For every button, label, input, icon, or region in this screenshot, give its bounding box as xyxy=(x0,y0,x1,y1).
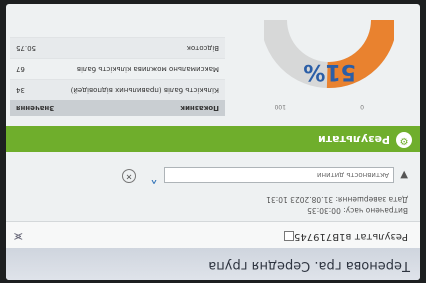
meta-block: Витрачено часу: 00:30:35 Дата завершення… xyxy=(266,194,408,216)
result-row[interactable]: Результат в1В719745 ⪤ xyxy=(6,221,420,248)
gauge-max-label: 100 xyxy=(274,103,286,110)
table-cell: 67 xyxy=(16,65,25,73)
filter-input[interactable]: Активность дитини xyxy=(164,167,394,183)
table-cell: 50.75 xyxy=(16,44,37,52)
results-table: Показник Значення Кількість балів (прави… xyxy=(10,37,225,116)
close-icon[interactable]: ✕ xyxy=(122,169,136,183)
table-row: Кількість балів (правильних відповідей) 3… xyxy=(10,79,225,100)
results-icon: ⚙ xyxy=(396,132,412,148)
table-cell: Кількість балів (правильних відповідей) xyxy=(70,86,219,94)
table-cell: 34 xyxy=(16,86,25,94)
date-label: Дата завершення: xyxy=(335,195,408,204)
table-cell: Відсоток xyxy=(186,44,219,52)
page-title: Теренова гра. Середня група xyxy=(208,258,410,273)
result-label: Результат в1В719745 xyxy=(294,231,408,242)
share-icon[interactable]: ⪤ xyxy=(14,229,22,244)
table-row: Максимально можлива кількість балів 67 xyxy=(10,58,225,79)
date-row: Дата завершення: 31.08.2023 10:31 xyxy=(266,194,408,205)
filter-icon: ▼ xyxy=(400,169,408,180)
table-row: Відсоток 50.75 xyxy=(10,37,225,58)
date-value: 31.08.2023 10:31 xyxy=(266,195,334,204)
gauge-min-label: 0 xyxy=(360,103,364,110)
column-header: Показник xyxy=(180,104,219,112)
screen: Теренова гра. Середня група Результат в1… xyxy=(6,4,420,280)
gauge-percent: 51% xyxy=(303,59,356,84)
app-header: Теренова гра. Середня група xyxy=(6,247,420,280)
table-header: Показник Значення xyxy=(10,100,225,116)
results-bar[interactable]: ⚙ Результати xyxy=(6,126,420,152)
time-value: 00:30:35 xyxy=(307,206,341,215)
column-header: Значення xyxy=(16,104,55,112)
table-body: Кількість балів (правильних відповідей) 3… xyxy=(10,37,225,100)
time-row: Витрачено часу: 00:30:35 xyxy=(266,205,408,216)
results-title: Результати xyxy=(318,133,390,146)
table-cell: Максимально можлива кількість балів xyxy=(76,65,219,73)
filter-row: ▼ Активность дитини ˄ ✕ xyxy=(6,160,420,188)
time-label: Витрачено часу: xyxy=(343,206,408,215)
result-checkbox[interactable] xyxy=(284,231,294,241)
chevron-up-icon[interactable]: ˄ xyxy=(150,167,158,186)
